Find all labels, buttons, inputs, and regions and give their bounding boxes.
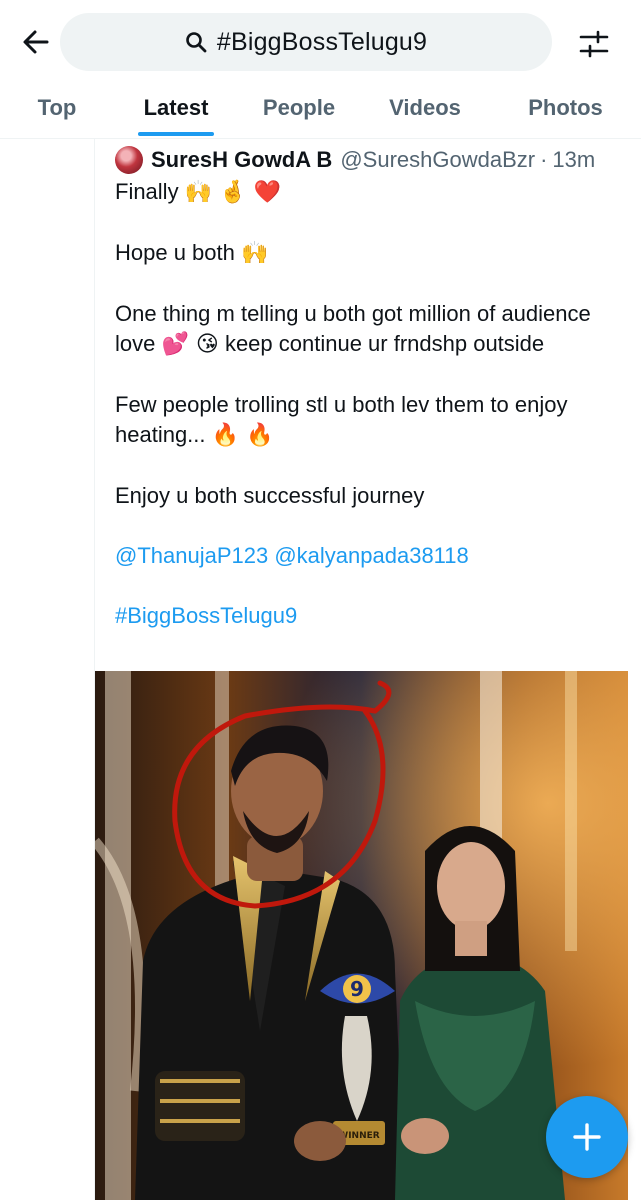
compose-button[interactable] <box>546 1096 628 1178</box>
svg-text:9: 9 <box>350 977 364 1001</box>
tweet-line: Finally <box>115 179 179 204</box>
emoji-group: 🙌 🤞 ❤️ <box>184 180 281 205</box>
tab-label: Latest <box>143 95 209 120</box>
tweet-paragraph: Few people trolling stl u both lev them … <box>115 390 630 451</box>
emoji-group: 🙌 <box>241 241 269 266</box>
tweet-timestamp[interactable]: 13m <box>552 147 595 173</box>
search-query: #BiggBossTelugu9 <box>185 28 427 57</box>
hashtag-link[interactable]: #BiggBossTelugu9 <box>115 603 297 628</box>
tweet-paragraph: @ThanujaP123 @kalyanpada38118 <box>115 541 630 571</box>
emoji-group: 💕 😘 <box>161 332 219 357</box>
tweet-line: Hope u both <box>115 240 235 265</box>
tab-latest[interactable]: Latest <box>114 80 238 136</box>
tweet-line: keep continue ur frndshp outside <box>224 331 545 356</box>
search-tabs: Top Latest People Videos Photos <box>0 80 641 138</box>
tweet-paragraph: Hope u both 🙌 <box>115 238 630 269</box>
tweet-line: Few people trolling stl u both lev them … <box>115 392 568 447</box>
back-button[interactable] <box>18 24 54 60</box>
magnifier-icon <box>186 32 207 53</box>
author-name[interactable]: SuresH GowdA B <box>151 147 332 173</box>
tweet-header: SuresH GowdA B @SureshGowdaBzr · 13m <box>115 144 595 176</box>
arrow-left-icon <box>23 30 49 54</box>
tab-videos[interactable]: Videos <box>360 80 490 136</box>
tab-label: People <box>262 95 336 120</box>
tweet-paragraph: #BiggBossTelugu9 <box>115 601 630 631</box>
tweet-paragraph: One thing m telling u both got million o… <box>115 299 630 360</box>
tab-label: Top <box>37 95 77 120</box>
tweet-line: Enjoy u both successful journey <box>115 483 425 508</box>
avatar[interactable] <box>115 146 143 174</box>
search-query-text: #BiggBossTelugu9 <box>216 27 428 56</box>
mention-link[interactable]: @ThanujaP123 <box>115 543 268 568</box>
search-filter-button[interactable] <box>574 24 614 64</box>
plus-icon <box>573 1123 601 1151</box>
tweet-text: Finally 🙌 🤞 ❤️ Hope u both 🙌 One thing m… <box>115 177 630 631</box>
tweet-paragraph: Enjoy u both successful journey <box>115 481 630 511</box>
tab-people[interactable]: People <box>238 80 360 136</box>
active-tab-indicator <box>138 132 214 136</box>
sliders-icon <box>579 30 609 58</box>
separator-dot: · <box>540 147 548 172</box>
mention-link[interactable]: @kalyanpada38118 <box>274 543 468 568</box>
tab-label: Photos <box>528 95 603 120</box>
tab-label: Videos <box>389 95 461 120</box>
author-handle[interactable]: @SureshGowdaBzr <box>340 147 535 173</box>
tab-photos[interactable]: Photos <box>490 80 641 136</box>
quoted-tweet[interactable]: SuresH GowdA B @SureshGowdaBzr · 13m Fin… <box>94 139 641 1200</box>
top-bar: #BiggBossTelugu9 Top Latest People Video… <box>0 0 641 139</box>
search-input[interactable]: #BiggBossTelugu9 <box>60 13 552 71</box>
tweet-paragraph: Finally 🙌 🤞 ❤️ <box>115 177 630 208</box>
emoji-group: 🔥 🔥 <box>211 423 274 448</box>
tab-top[interactable]: Top <box>0 80 114 136</box>
